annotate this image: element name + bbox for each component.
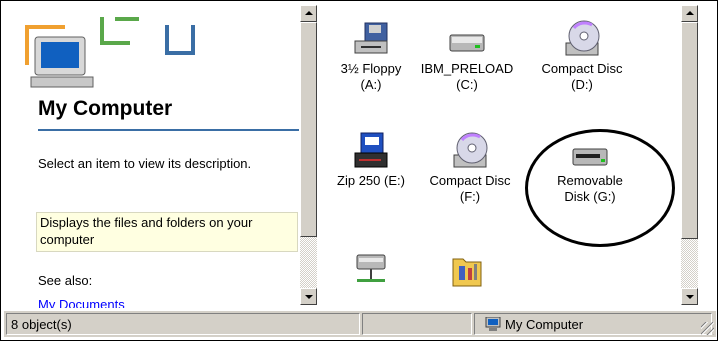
explorer-window: My Computer Select an item to view its d… bbox=[0, 0, 718, 341]
resize-grip[interactable] bbox=[701, 322, 714, 335]
control-panel-folder-icon bbox=[452, 258, 482, 287]
title-divider bbox=[38, 129, 299, 131]
drive-item-a[interactable]: 3½ Floppy (A:) bbox=[321, 19, 421, 93]
selection-info-box: Displays the files and folders on your c… bbox=[36, 212, 298, 252]
cd-drive-icon bbox=[453, 132, 488, 168]
status-object-count: 8 object(s) bbox=[6, 313, 360, 335]
zip-drive-icon bbox=[354, 132, 388, 168]
scroll-down-button[interactable] bbox=[300, 288, 317, 305]
network-drive-icon bbox=[356, 254, 386, 282]
drive-label: 3½ Floppy (A:) bbox=[340, 61, 402, 92]
computer-icon bbox=[485, 316, 501, 331]
scroll-down-button[interactable] bbox=[681, 288, 698, 305]
web-view-pane: My Computer Select an item to view its d… bbox=[5, 5, 299, 308]
drive-item-c[interactable]: IBM_PRELOAD (C:) bbox=[417, 19, 517, 93]
arrow-down-icon bbox=[686, 295, 694, 299]
drive-label: IBM_PRELOAD (C:) bbox=[420, 61, 514, 92]
status-empty-pane bbox=[362, 313, 472, 335]
arrow-down-icon bbox=[305, 295, 313, 299]
arrow-up-icon bbox=[686, 11, 694, 15]
highlight-circle bbox=[525, 129, 675, 247]
scroll-thumb[interactable] bbox=[300, 22, 317, 237]
drive-item-d[interactable]: Compact Disc (D:) bbox=[532, 19, 632, 93]
status-location-pane: My Computer bbox=[474, 313, 712, 335]
status-location-label: My Computer bbox=[505, 317, 584, 332]
drive-label: Compact Disc (F:) bbox=[429, 173, 511, 204]
cd-drive-icon bbox=[565, 20, 600, 56]
drive-item-f[interactable]: Compact Disc (F:) bbox=[420, 131, 520, 205]
drive-label: Compact Disc (D:) bbox=[541, 61, 623, 92]
see-also-label: See also: bbox=[38, 273, 93, 288]
control-panel-item[interactable] bbox=[417, 249, 517, 291]
scroll-up-button[interactable] bbox=[681, 5, 698, 22]
floppy-drive-icon bbox=[354, 22, 388, 54]
left-pane-scrollbar[interactable] bbox=[300, 5, 317, 305]
hard-drive-icon bbox=[449, 34, 485, 52]
scroll-up-button[interactable] bbox=[300, 5, 317, 22]
my-computer-banner-icon bbox=[25, 17, 195, 88]
drive-item-e[interactable]: Zip 250 (E:) bbox=[321, 131, 421, 189]
my-documents-link[interactable]: My Documents bbox=[38, 297, 125, 308]
drive-label: Zip 250 (E:) bbox=[337, 173, 405, 188]
arrow-up-icon bbox=[305, 11, 313, 15]
page-title: My Computer bbox=[38, 97, 173, 120]
description-text: Select an item to view its description. bbox=[38, 156, 252, 171]
status-bar: 8 object(s) My Computer bbox=[4, 311, 716, 337]
list-view-scrollbar[interactable] bbox=[681, 5, 698, 305]
scroll-thumb[interactable] bbox=[681, 22, 698, 239]
drive-item-network[interactable] bbox=[321, 249, 421, 291]
